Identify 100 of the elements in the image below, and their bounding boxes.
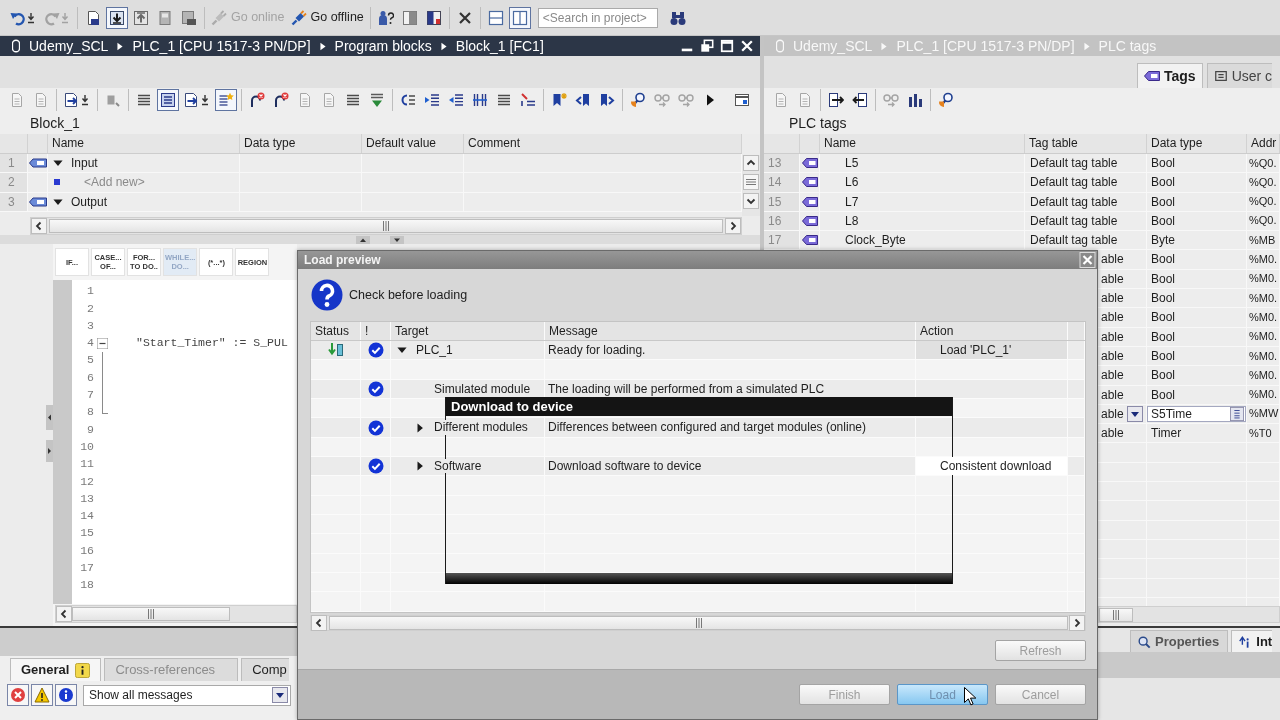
- address: %M0.: [1248, 388, 1278, 402]
- scrollbar-thumb[interactable]: [72, 607, 230, 621]
- tab[interactable]: User c: [1206, 63, 1273, 88]
- line-number: 7: [86, 388, 94, 402]
- maximize-icon[interactable]: [720, 39, 734, 53]
- add-new-text: <Add new>: [84, 175, 145, 190]
- collapse-icon[interactable]: [96, 337, 108, 349]
- tag-table-name: able: [1101, 387, 1124, 402]
- row-number: 2: [8, 175, 15, 190]
- outdent-icon[interactable]: [448, 92, 464, 108]
- document-arrow-icon[interactable]: [852, 92, 868, 108]
- arrow-down-icon[interactable]: [743, 193, 759, 209]
- search-field[interactable]: <Search in project>: [537, 7, 658, 28]
- list-icon[interactable]: [345, 92, 361, 108]
- scrollbar[interactable]: [30, 216, 742, 235]
- binoculars-icon[interactable]: [669, 9, 686, 26]
- data-type: Bool: [1151, 155, 1176, 171]
- list-icon[interactable]: [136, 92, 152, 108]
- breadcrumb-item[interactable]: PLC_1 [CPU 1517-3 PN/DP]: [132, 37, 311, 55]
- breadcrumb-item[interactable]: Block_1 [FC1]: [455, 37, 544, 55]
- bookmark-icon[interactable]: [575, 92, 591, 108]
- row-number: 14: [768, 175, 782, 190]
- dialog-title: Load preview: [304, 252, 381, 268]
- dropdown-icon[interactable]: [272, 687, 288, 703]
- document-arrow-icon[interactable]: [184, 92, 210, 108]
- data-type: Byte: [1151, 233, 1175, 248]
- scrollbar[interactable]: [742, 155, 760, 216]
- window-icon[interactable]: [734, 92, 750, 108]
- call-error-icon[interactable]: [249, 92, 265, 108]
- panel-icon[interactable]: [401, 9, 418, 26]
- scrollbar-thumb[interactable]: [1099, 607, 1133, 622]
- upload-icon[interactable]: [133, 9, 149, 26]
- line-number: 1: [86, 284, 94, 299]
- arrow-right-icon[interactable]: [46, 440, 53, 462]
- expander-icon[interactable]: [415, 422, 425, 433]
- device-icon[interactable]: [157, 9, 173, 26]
- scrollbar-thumb[interactable]: [49, 218, 723, 233]
- document-arrow-icon[interactable]: [64, 92, 90, 108]
- tab[interactable]: Properties: [1130, 630, 1229, 652]
- tab[interactable]: General: [10, 658, 102, 681]
- arrow-lines-icon[interactable]: [400, 92, 416, 108]
- address: %Q0.: [1248, 195, 1277, 209]
- document-icon[interactable]: [85, 9, 101, 26]
- bookmark-icon[interactable]: [551, 92, 567, 108]
- dropdown-icon[interactable]: [1127, 406, 1143, 422]
- error-icon[interactable]: [7, 684, 29, 706]
- line-number: 13: [79, 491, 94, 506]
- warning-icon[interactable]: [31, 684, 53, 706]
- tag-icon: [801, 234, 818, 247]
- list-icon[interactable]: [496, 92, 512, 108]
- call-error-icon[interactable]: [273, 92, 289, 108]
- arrow-up-icon[interactable]: [743, 155, 759, 171]
- help-icon[interactable]: [377, 9, 394, 26]
- message-filter-dropdown[interactable]: Show all messages: [83, 684, 291, 706]
- data-type: Bool: [1151, 310, 1176, 325]
- search-icon[interactable]: [938, 92, 954, 108]
- arrow-left-icon[interactable]: [56, 606, 72, 622]
- arrow-left-icon[interactable]: [46, 405, 53, 430]
- arrow-left-icon[interactable]: [31, 217, 47, 234]
- bookmark-icon[interactable]: [599, 92, 615, 108]
- scrollbar-thumb[interactable]: [329, 616, 1068, 630]
- restore-icon[interactable]: [700, 39, 714, 53]
- bar-chart-icon[interactable]: [907, 92, 923, 108]
- breadcrumb-item[interactable]: Program blocks: [334, 37, 432, 55]
- split-view-icon[interactable]: [508, 6, 531, 29]
- target-name: Software: [433, 459, 483, 474]
- tab[interactable]: Comp: [241, 658, 289, 681]
- cross-icon[interactable]: [456, 9, 473, 26]
- arrow-right-icon[interactable]: [1069, 615, 1085, 631]
- arrow-up-icon[interactable]: [356, 235, 370, 244]
- scrollbar[interactable]: [1098, 606, 1280, 623]
- document-arrow-icon[interactable]: [828, 92, 844, 108]
- indent-icon[interactable]: [424, 92, 440, 108]
- panel-icon[interactable]: [425, 9, 442, 26]
- arrow-left-icon[interactable]: [311, 615, 327, 631]
- tab[interactable]: Tags: [1137, 63, 1203, 88]
- arrow-right-icon[interactable]: [725, 217, 741, 234]
- scrollbar-thumb[interactable]: [743, 174, 759, 190]
- split-view-icon[interactable]: [487, 9, 504, 26]
- download-icon[interactable]: [106, 6, 128, 29]
- scrollbar[interactable]: [55, 605, 297, 623]
- tab[interactable]: Int: [1231, 630, 1273, 652]
- data-type-field[interactable]: S5Time: [1147, 405, 1246, 423]
- search-icon[interactable]: [630, 92, 646, 108]
- scrollbar[interactable]: [310, 615, 1086, 631]
- screen-icon[interactable]: [181, 9, 197, 26]
- address: %M0.: [1248, 349, 1278, 363]
- info-icon[interactable]: [55, 684, 77, 706]
- toolbar-button[interactable]: Go offline: [287, 5, 367, 30]
- expander-icon[interactable]: [415, 461, 425, 472]
- line-number: 6: [86, 370, 94, 385]
- arrow-down-icon[interactable]: [390, 235, 404, 244]
- columns-icon[interactable]: [472, 92, 488, 108]
- star-list-icon[interactable]: [215, 89, 237, 111]
- list-icon[interactable]: [157, 89, 179, 111]
- list-icon[interactable]: [520, 92, 536, 108]
- breadcrumb-item[interactable]: Udemy_SCL: [29, 37, 109, 55]
- arrow-down-icon[interactable]: [369, 92, 385, 108]
- plug-icon: [211, 9, 227, 26]
- data-type: Timer: [1151, 426, 1182, 441]
